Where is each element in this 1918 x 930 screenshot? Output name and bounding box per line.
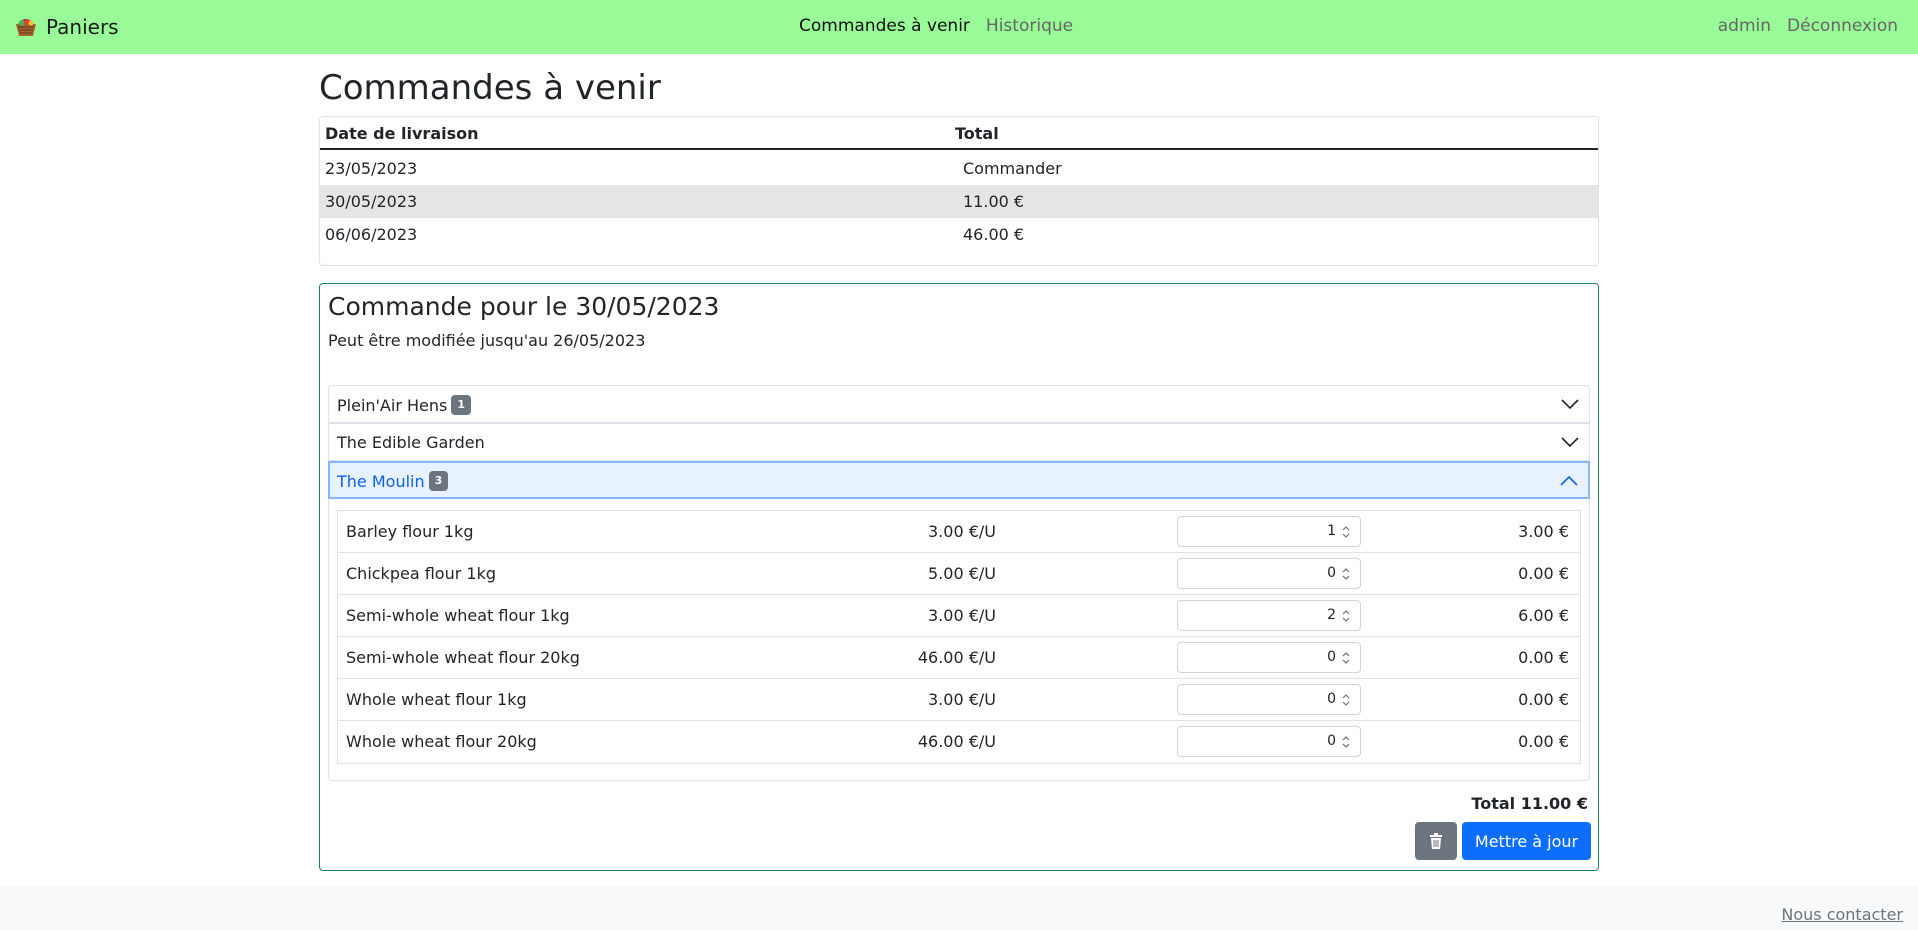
quantity-stepper[interactable]: 2 [1177,600,1361,631]
contact-link[interactable]: Nous contacter [1781,905,1903,924]
quantity-stepper[interactable]: 0 [1177,642,1361,673]
trash-icon [1430,833,1442,849]
product-line-total: 0.00 € [1518,732,1569,751]
user-nav: admin Déconnexion [1702,16,1898,36]
accordion-moulin[interactable]: The Moulin 3 [328,461,1590,499]
product-line-total: 0.00 € [1518,564,1569,583]
item-count-badge: 3 [428,471,449,491]
accordion-edible-garden[interactable]: The Edible Garden [328,423,1590,461]
quantity-stepper[interactable]: 1 [1177,516,1361,547]
spinner-arrows-icon[interactable] [1340,692,1352,708]
order-date: 23/05/2023 [325,159,418,178]
orders-table-header: Date de livraison Total [320,117,1598,150]
table-row: Whole wheat flour 1kg 3.00 €/U 0 0.00 € [338,679,1580,721]
order-total: 46.00 € [963,225,1025,244]
header-total: Total [955,124,999,143]
delete-order-button[interactable] [1415,822,1457,860]
accordion-plein-air-hens[interactable]: Plein'Air Hens 1 [328,385,1590,423]
product-price: 3.00 €/U [928,522,996,541]
table-row[interactable]: 23/05/2023 Commander [320,152,1598,185]
accordion-label: Plein'Air Hens 1 [337,395,471,415]
product-name: Barley flour 1kg [346,522,474,541]
product-line-total: 0.00 € [1518,690,1569,709]
producer-name: The Moulin [337,471,425,491]
accordion-label: The Moulin 3 [337,471,449,491]
table-row: Semi-whole wheat flour 1kg 3.00 €/U 2 6.… [338,595,1580,637]
footer: Nous contacter [0,886,1918,930]
quantity-stepper[interactable]: 0 [1177,558,1361,589]
products-table: Barley flour 1kg 3.00 €/U 1 3.00 € Chick… [337,510,1581,764]
orders-table: Date de livraison Total 23/05/2023 Comma… [319,116,1599,266]
product-line-total: 0.00 € [1518,648,1569,667]
product-line-total: 6.00 € [1518,606,1569,625]
spinner-arrows-icon[interactable] [1340,734,1352,750]
product-name: Whole wheat flour 20kg [346,732,537,751]
order-detail-card: Commande pour le 30/05/2023 Peut être mo… [319,283,1599,871]
table-row[interactable]: 30/05/2023 11.00 € [320,185,1598,218]
order-date: 30/05/2023 [325,192,418,211]
order-detail-title: Commande pour le 30/05/2023 [328,292,720,321]
nav-user[interactable]: admin [1718,16,1771,36]
product-name: Semi-whole wheat flour 1kg [346,606,570,625]
nav-logout[interactable]: Déconnexion [1787,16,1898,36]
quantity-value: 0 [1327,649,1336,665]
item-count-badge: 1 [451,395,471,415]
product-price: 46.00 €/U [917,648,996,667]
accordion-label: The Edible Garden [337,433,485,452]
navbar: Paniers Commandes à venir Historique adm… [0,0,1918,54]
order-date: 06/06/2023 [325,225,418,244]
nav-history[interactable]: Historique [986,16,1073,36]
header-delivery-date: Date de livraison [325,124,479,143]
product-price: 3.00 €/U [928,690,996,709]
product-line-total: 3.00 € [1518,522,1569,541]
nav-upcoming-orders[interactable]: Commandes à venir [799,16,970,36]
product-price: 3.00 €/U [928,606,996,625]
order-total: 11.00 € [963,192,1025,211]
quantity-value: 2 [1327,607,1336,623]
spinner-arrows-icon[interactable] [1340,608,1352,624]
product-name: Whole wheat flour 1kg [346,690,527,709]
order-total[interactable]: Commander [963,159,1062,178]
producer-name: Plein'Air Hens [337,395,448,415]
chevron-down-icon [1561,437,1579,448]
product-name: Semi-whole wheat flour 20kg [346,648,580,667]
page-title: Commandes à venir [319,68,661,108]
order-deadline: Peut être modifiée jusqu'au 26/05/2023 [328,331,646,350]
brand-link[interactable]: Paniers [14,13,119,41]
product-price: 46.00 €/U [917,732,996,751]
spinner-arrows-icon[interactable] [1340,524,1352,540]
order-total: Total 11.00 € [1471,794,1588,813]
producer-name: The Edible Garden [337,433,485,452]
quantity-stepper[interactable]: 0 [1177,684,1361,715]
table-row[interactable]: 06/06/2023 46.00 € [320,218,1598,251]
chevron-down-icon [1561,399,1579,410]
main-nav: Commandes à venir Historique [799,16,1089,36]
basket-icon [16,19,36,36]
product-price: 5.00 €/U [928,564,996,583]
brand-name: Paniers [46,15,119,39]
quantity-value: 0 [1327,691,1336,707]
table-row: Whole wheat flour 20kg 46.00 €/U 0 0.00 … [338,721,1580,763]
quantity-value: 1 [1327,523,1336,539]
quantity-stepper[interactable]: 0 [1177,726,1361,757]
table-row: Barley flour 1kg 3.00 €/U 1 3.00 € [338,511,1580,553]
spinner-arrows-icon[interactable] [1340,650,1352,666]
spinner-arrows-icon[interactable] [1340,566,1352,582]
accordion-body-moulin: Barley flour 1kg 3.00 €/U 1 3.00 € Chick… [328,499,1590,781]
product-name: Chickpea flour 1kg [346,564,496,583]
update-order-button[interactable]: Mettre à jour [1462,822,1591,860]
quantity-value: 0 [1327,565,1336,581]
table-row: Chickpea flour 1kg 5.00 €/U 0 0.00 € [338,553,1580,595]
quantity-value: 0 [1327,733,1336,749]
chevron-up-icon [1560,475,1578,486]
table-row: Semi-whole wheat flour 20kg 46.00 €/U 0 … [338,637,1580,679]
